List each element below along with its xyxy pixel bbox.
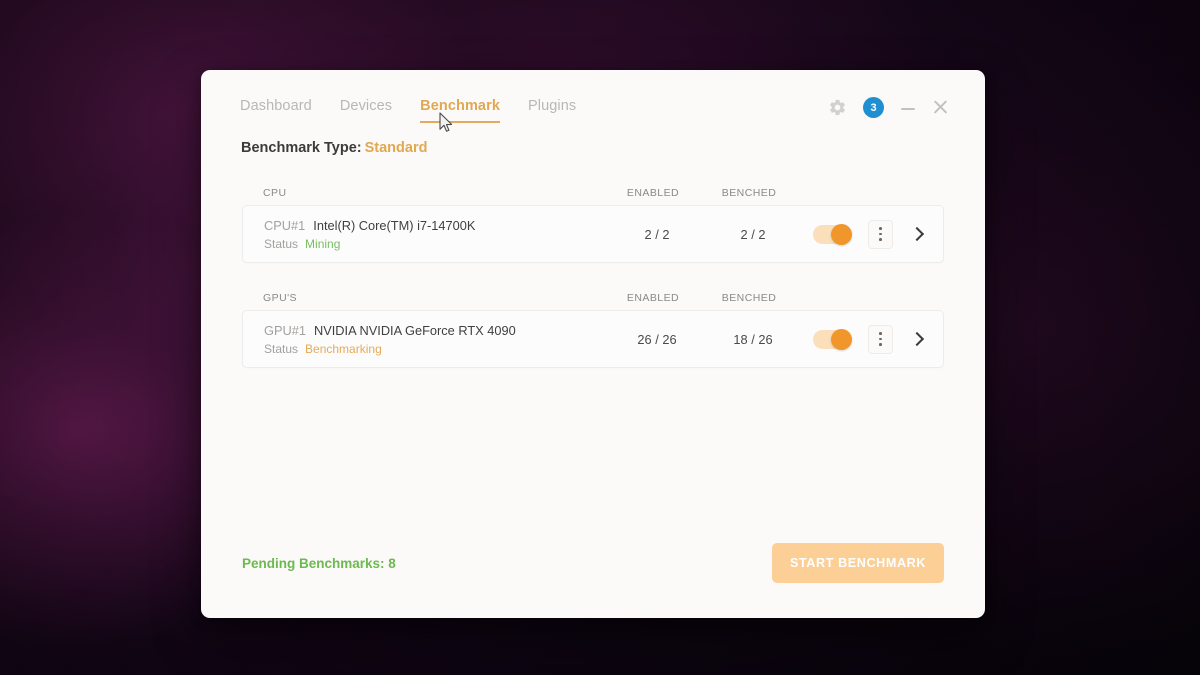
table-row[interactable]: CPU#1 Intel(R) Core(TM) i7-14700K Status M… [242,205,944,263]
tab-benchmark[interactable]: Benchmark [420,98,500,123]
device-status-line: Status Mining [264,237,609,251]
chevron-right-icon[interactable] [909,225,927,243]
tab-dashboard[interactable]: Dashboard [240,98,312,123]
notification-badge[interactable]: 3 [863,97,884,118]
device-name: NVIDIA NVIDIA GeForce RTX 4090 [313,322,516,338]
device-benched-count: 2 / 2 [740,226,766,242]
dot [879,232,882,236]
vertical-dots-icon[interactable] [868,324,893,354]
start-benchmark-button[interactable]: START BENCHMARK [772,543,944,583]
close-icon[interactable] [932,99,949,116]
benchmark-type-label: Benchmark Type: [241,140,362,156]
table-row[interactable]: GPU#1 NVIDIA NVIDIA GeForce RTX 4090 Stat… [242,310,944,368]
device-enable-toggle[interactable] [813,328,852,350]
device-info: GPU#1 NVIDIA NVIDIA GeForce RTX 4090 Stat… [264,323,609,356]
status-badge: Benchmarking [305,341,382,356]
device-controls [801,324,929,354]
column-header-enabled: ENABLED [626,291,680,304]
column-header-benched: BENCHED [721,291,777,304]
device-enabled-count: 26 / 26 [637,331,677,347]
dot [879,238,882,241]
minimize-icon[interactable] [900,100,916,116]
section-gpu-header: GPU'S ENABLED BENCHED [242,285,944,310]
device-title-line: CPU#1 Intel(R) Core(TM) i7-14700K [264,218,609,233]
notification-count: 3 [870,101,877,114]
section-gpu-title: GPU'S [263,291,298,304]
column-header-benched: BENCHED [721,186,777,199]
status-badge: Mining [305,236,341,251]
section-gpu: GPU'S ENABLED BENCHED GPU#1 NVIDIA NVIDIA… [242,285,944,368]
device-status-label: Status [264,236,299,251]
dot [879,337,882,341]
benchmark-type-value[interactable]: Standard [365,140,428,156]
tab-plugins-label: Plugins [528,98,577,114]
chevron-right-icon[interactable] [909,330,927,348]
column-header-enabled: ENABLED [626,186,680,199]
tab-dashboard-label: Dashboard [240,98,312,114]
window-titlebar: Dashboard Devices Benchmark Plugins 3 [201,70,985,132]
device-name: Intel(R) Core(TM) i7-14700K [313,217,476,233]
vertical-dots-icon[interactable] [868,219,893,249]
section-cpu-header: CPU ENABLED BENCHED [242,180,944,205]
device-sections: CPU ENABLED BENCHED CPU#1 Intel(R) Core(T… [201,180,985,368]
device-id: CPU#1 [264,217,306,233]
device-info: CPU#1 Intel(R) Core(TM) i7-14700K Status M… [264,218,609,251]
tab-devices-label: Devices [339,98,393,114]
device-benched-count: 18 / 26 [733,331,773,347]
tab-benchmark-label: Benchmark [420,98,501,114]
gear-icon[interactable] [828,98,847,117]
device-status-label: Status [264,341,299,356]
dot [879,343,882,346]
pending-benchmarks-label: Pending Benchmarks: 8 [242,555,396,571]
device-status-line: Status Benchmarking [264,342,609,356]
application-window: Dashboard Devices Benchmark Plugins 3 Be… [201,70,985,618]
device-enabled-count: 2 / 2 [644,226,670,242]
window-controls: 3 [828,97,949,118]
device-id: GPU#1 [264,322,306,338]
tab-bar: Dashboard Devices Benchmark Plugins [201,70,576,123]
device-enable-toggle[interactable] [813,223,852,245]
device-controls [801,219,929,249]
tab-devices[interactable]: Devices [340,98,392,123]
section-cpu: CPU ENABLED BENCHED CPU#1 Intel(R) Core(T… [242,180,944,263]
dot [879,227,882,230]
tab-plugins[interactable]: Plugins [528,98,576,123]
benchmark-type-row: Benchmark Type: Standard [201,140,985,156]
window-footer: Pending Benchmarks: 8 START BENCHMARK [201,508,985,618]
section-cpu-title: CPU [263,186,287,199]
dot [879,332,882,335]
device-title-line: GPU#1 NVIDIA NVIDIA GeForce RTX 4090 [264,323,609,338]
